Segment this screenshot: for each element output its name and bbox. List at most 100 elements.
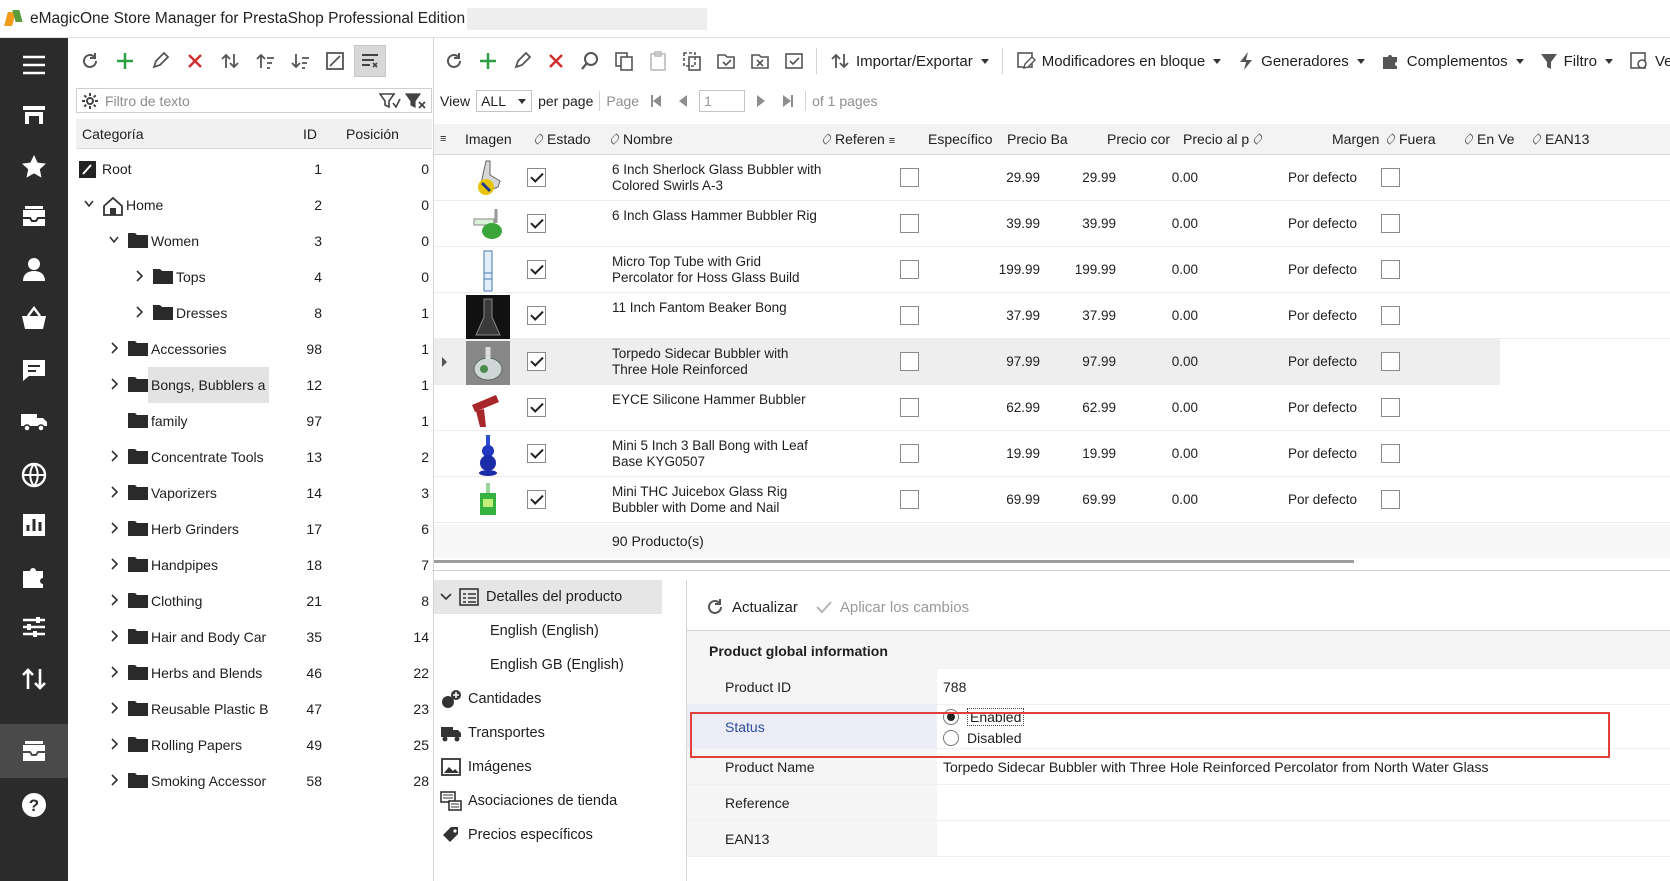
assign-category-icon[interactable] [710, 45, 742, 77]
detail-tree-item[interactable]: English (English) [434, 614, 674, 648]
category-row[interactable]: Clothing 21 8 [76, 583, 432, 619]
edit-icon[interactable] [506, 45, 538, 77]
status-checkbox[interactable] [527, 490, 546, 509]
status-checkbox[interactable] [527, 214, 546, 233]
detail-tree-item[interactable]: English GB (English) [434, 648, 674, 682]
on-sale-checkbox[interactable] [1381, 352, 1400, 371]
ean13-column-header[interactable]: EAN13 [1532, 131, 1589, 147]
nav-menu[interactable] [0, 38, 68, 92]
specific-checkbox[interactable] [900, 168, 919, 187]
per-page-select[interactable]: ALL [476, 90, 533, 112]
on-sale-checkbox[interactable] [1381, 306, 1400, 325]
category-row[interactable]: Root 1 0 [76, 151, 432, 187]
nav-store[interactable] [0, 88, 68, 142]
product-row[interactable]: Mini THC Juicebox Glass Rig Bubbler with… [434, 477, 1670, 523]
filter-apply-icon[interactable] [379, 92, 401, 110]
chevron-right-icon[interactable] [109, 377, 119, 391]
category-row[interactable]: Accessories 98 1 [76, 331, 432, 367]
scrollbar-thumb[interactable] [434, 560, 1354, 563]
filter-list-icon[interactable] [354, 45, 386, 77]
paste-icon[interactable] [642, 45, 674, 77]
chevron-right-icon[interactable] [109, 665, 119, 679]
nav-inbox[interactable] [0, 190, 68, 244]
image-edit-icon[interactable] [319, 45, 351, 77]
category-row[interactable]: Women 3 0 [76, 223, 432, 259]
view-menu[interactable]: Ver [1622, 45, 1670, 77]
chevron-down-icon[interactable] [84, 197, 94, 211]
reference-column-header[interactable]: Referen ≡ [822, 131, 916, 147]
import-export-menu[interactable]: Importar/Exportar [823, 45, 996, 77]
chevron-right-icon[interactable] [109, 593, 119, 607]
product-row[interactable]: Micro Top Tube with Grid Percolator for … [434, 247, 1670, 293]
chevron-right-icon[interactable] [109, 701, 119, 715]
nav-truck[interactable] [0, 394, 68, 448]
on-sale-checkbox[interactable] [1381, 444, 1400, 463]
next-page-button[interactable] [757, 95, 766, 107]
search-icon[interactable] [574, 45, 606, 77]
nav-help[interactable]: ? [0, 778, 68, 832]
on-sale-checkbox[interactable] [1381, 398, 1400, 417]
specific-checkbox[interactable] [900, 352, 919, 371]
detail-tree-item[interactable]: Transportes [434, 716, 674, 750]
nav-puzzle[interactable] [0, 550, 68, 604]
delete-icon[interactable] [540, 45, 572, 77]
category-row[interactable]: Concentrate Tools 13 2 [76, 439, 432, 475]
status-checkbox[interactable] [527, 260, 546, 279]
category-row[interactable]: Reusable Plastic B 47 23 [76, 691, 432, 727]
category-row[interactable]: Dresses 8 1 [76, 295, 432, 331]
filter-clear-icon[interactable] [405, 92, 427, 110]
add-icon[interactable] [472, 45, 504, 77]
category-row[interactable]: Tops 4 0 [76, 259, 432, 295]
nav-sliders[interactable] [0, 600, 68, 654]
category-row[interactable]: Rolling Papers 49 25 [76, 727, 432, 763]
specific-checkbox[interactable] [900, 260, 919, 279]
nav-star[interactable] [0, 140, 68, 194]
margin-column-header[interactable]: Margen [1332, 131, 1379, 147]
wholesale-price-column-header[interactable]: Precio al p [1183, 131, 1275, 147]
chevron-right-icon[interactable] [134, 305, 144, 319]
move-up-down-icon[interactable] [214, 45, 246, 77]
check-list-icon[interactable] [778, 45, 810, 77]
nav-basket[interactable] [0, 292, 68, 346]
status-checkbox[interactable] [527, 168, 546, 187]
category-row[interactable]: Herbs and Blends 46 22 [76, 655, 432, 691]
nav-chat[interactable] [0, 344, 68, 398]
chevron-right-icon[interactable] [109, 485, 119, 499]
chevron-right-icon[interactable] [134, 269, 144, 283]
position-column-header[interactable]: Posición [346, 126, 399, 142]
nav-chart[interactable] [0, 498, 68, 552]
category-row[interactable]: Home 2 0 [76, 187, 432, 223]
sort-down-icon[interactable] [284, 45, 316, 77]
status-checkbox[interactable] [527, 398, 546, 417]
product-row[interactable]: 11 Inch Fantom Beaker Bong 37.99 37.99 0.00… [434, 293, 1670, 339]
detail-tree-item[interactable]: Asociaciones de tienda [434, 784, 674, 818]
name-column-header[interactable]: Nombre [610, 131, 673, 147]
status-checkbox[interactable] [527, 306, 546, 325]
out-of-stock-column-header[interactable]: Fuera [1386, 131, 1460, 147]
product-row[interactable]: Torpedo Sidecar Bubbler with Three Hole … [434, 339, 1500, 385]
on-sale-checkbox[interactable] [1381, 260, 1400, 279]
detail-tree-item[interactable]: Imágenes [434, 750, 674, 784]
chevron-down-icon[interactable] [109, 233, 119, 247]
chevron-right-icon[interactable] [109, 449, 119, 463]
addons-menu[interactable]: Complementos [1374, 45, 1531, 77]
bulk-modifiers-menu[interactable]: Modificadores en bloque [1009, 45, 1228, 77]
on-sale-checkbox[interactable] [1381, 168, 1400, 187]
horizontal-scrollbar[interactable] [434, 558, 1670, 566]
first-page-button[interactable] [651, 95, 662, 107]
product-row[interactable]: Mini 5 Inch 3 Ball Bong with Leaf Base K… [434, 431, 1670, 477]
base-price-column-header[interactable]: Precio Ba [1007, 131, 1073, 147]
chevron-right-icon[interactable] [109, 737, 119, 751]
specific-checkbox[interactable] [900, 398, 919, 417]
on-sale-checkbox[interactable] [1381, 490, 1400, 509]
refresh-icon[interactable] [438, 45, 470, 77]
refresh-button[interactable]: Actualizar [704, 596, 798, 618]
category-row[interactable]: Herb Grinders 17 6 [76, 511, 432, 547]
category-row[interactable]: Hair and Body Car 35 14 [76, 619, 432, 655]
product-row[interactable]: EYCE Silicone Hammer Bubbler 62.99 62.99 0.… [434, 385, 1670, 431]
category-row[interactable]: family 97 1 [76, 403, 432, 439]
filter-menu[interactable]: Filtro [1533, 45, 1620, 77]
nav-products[interactable] [0, 724, 68, 778]
specific-column-header[interactable]: Específico [928, 131, 993, 147]
category-row[interactable]: Smoking Accessor 58 28 [76, 763, 432, 799]
